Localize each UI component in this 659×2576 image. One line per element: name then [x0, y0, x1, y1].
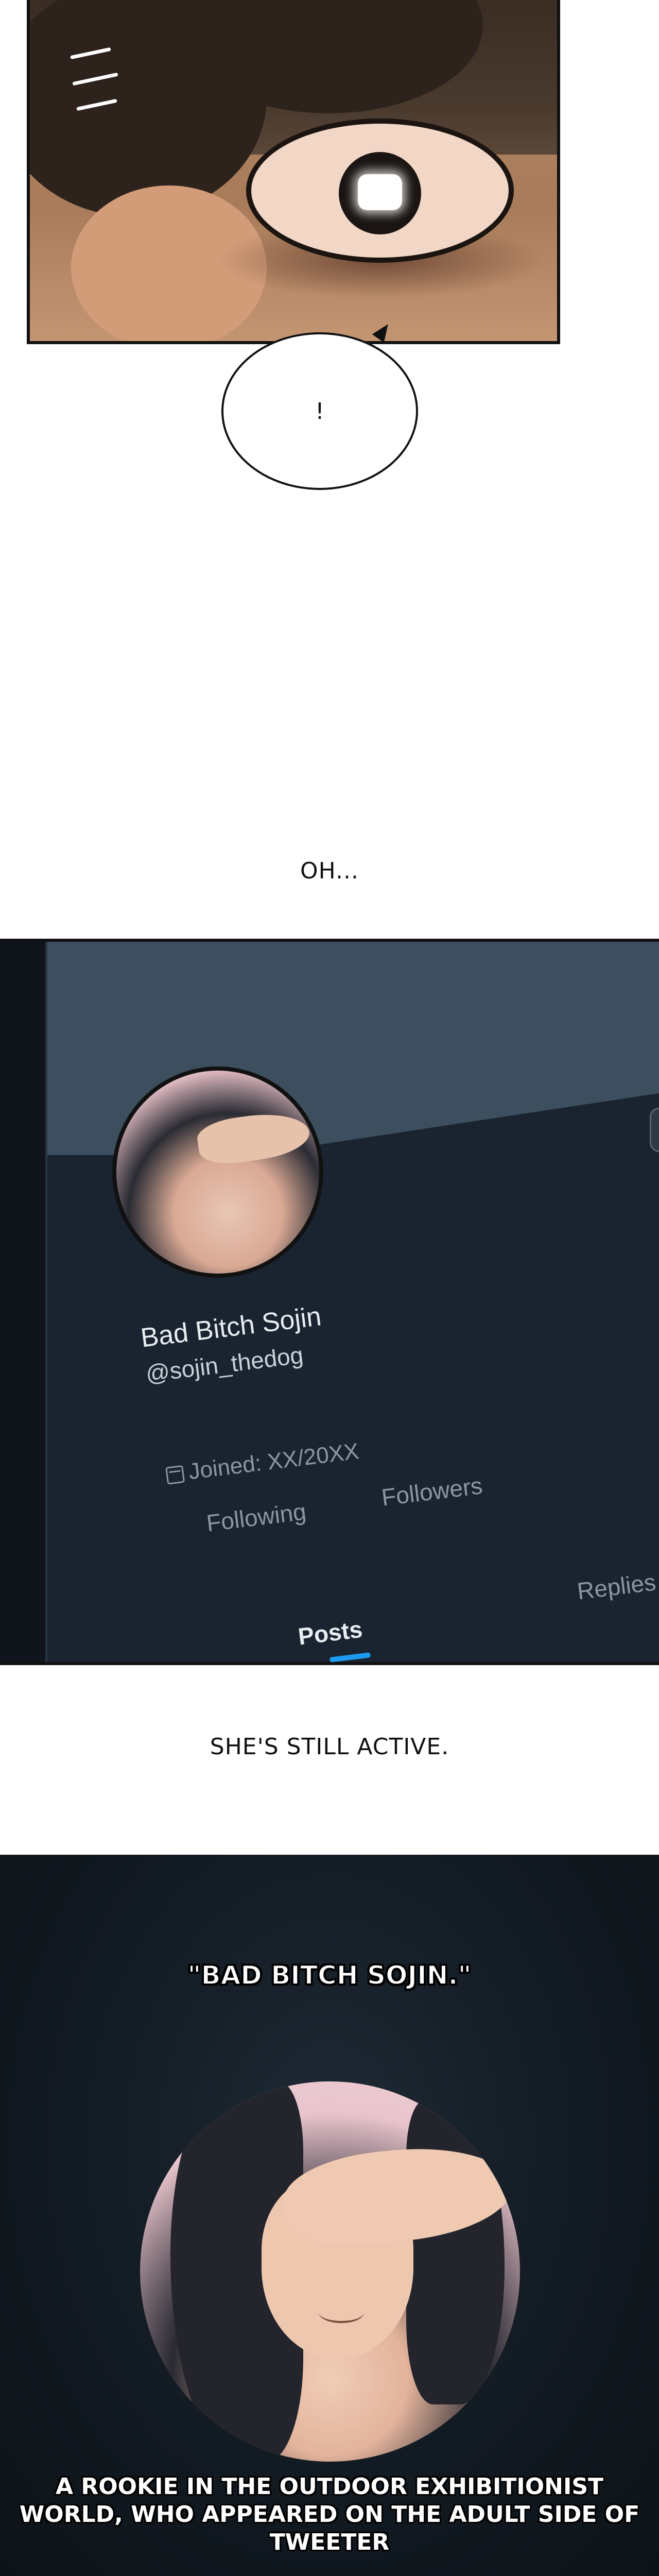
screen-edge: [45, 939, 47, 1664]
bubble-text: !: [315, 398, 324, 425]
edit-profile-button[interactable]: [650, 1108, 659, 1152]
smile: [318, 2302, 365, 2323]
panel-border: [0, 939, 659, 942]
profile-title-quote: "BAD BITCH SOJIN.": [187, 1960, 472, 1991]
narration-still-active: SHE'S STILL ACTIVE.: [210, 1734, 449, 1760]
eye-highlight: [358, 174, 402, 210]
profile-screen-panel: [0, 939, 659, 1664]
rookie-caption: A ROOKIE IN THE OUTDOOR EXHIBITIONIST WO…: [19, 2473, 640, 2555]
panel-border: [0, 1662, 659, 1665]
calendar-icon: [165, 1465, 185, 1485]
covering-hand: [195, 1108, 312, 1168]
profile-avatar[interactable]: [112, 1066, 323, 1278]
speech-bubble: !: [221, 332, 418, 490]
eye-closeup-panel: [27, 0, 560, 344]
narration-oh: OH...: [300, 858, 359, 884]
sojin-portrait: [140, 2081, 520, 2462]
